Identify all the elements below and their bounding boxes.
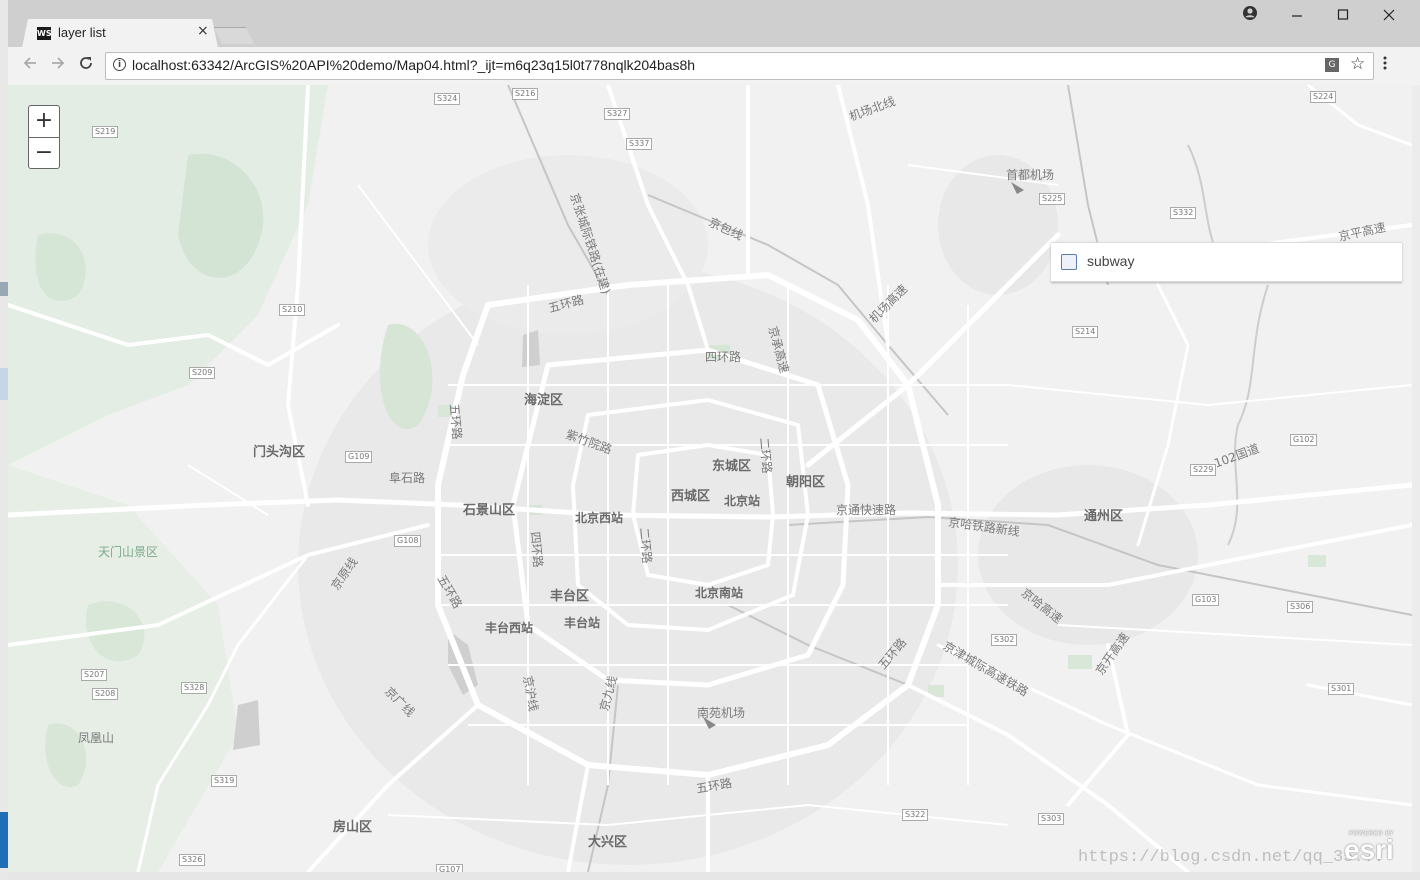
road-shield: G109 [345, 451, 373, 463]
browser-toolbar: i localhost:63342/ArcGIS%20API%20demo/Ma… [8, 47, 1420, 86]
subway-layer-label[interactable]: subway [1087, 253, 1134, 269]
map-view[interactable]: 海淀区 东城区 西城区 朝阳区 丰台区 石景山区 门头沟区 通州区 房山区 大兴… [8, 85, 1412, 872]
district-label: 门头沟区 [253, 445, 306, 460]
road-shield: G103 [1192, 594, 1220, 606]
district-label: 大兴区 [588, 835, 628, 850]
district-label: 石景山区 [463, 503, 516, 518]
district-label: 东城区 [712, 459, 752, 474]
webstorm-icon: WS [37, 27, 52, 40]
browser-title-bar: WS layer list × [8, 0, 1420, 48]
profile-icon[interactable] [1235, 5, 1265, 25]
airport-label: 南苑机场 [697, 706, 746, 720]
layer-list-widget: subway [1051, 242, 1402, 282]
road-shield: S229 [1190, 464, 1217, 476]
forward-icon[interactable] [50, 55, 66, 76]
zoom-out-button[interactable]: − [29, 138, 59, 169]
station-label: 丰台西站 [485, 621, 534, 635]
road-shield: S302 [991, 634, 1018, 646]
road-shield: S210 [279, 304, 306, 316]
road-shield: S219 [92, 126, 119, 138]
road-shield: S324 [434, 93, 461, 105]
new-tab-button[interactable] [214, 27, 254, 44]
road-shield: S225 [1039, 193, 1066, 205]
road-shield: S337 [626, 138, 653, 150]
minimize-icon[interactable] [1282, 6, 1312, 25]
desktop-left-edge [0, 0, 8, 880]
station-label: 北京站 [724, 494, 761, 508]
airport-label: 首都机场 [1006, 168, 1055, 182]
road-shield: S216 [512, 88, 539, 100]
road-shield: G107 [436, 864, 464, 872]
road-shield: S224 [1310, 91, 1337, 103]
translate-icon[interactable]: G [1325, 58, 1339, 72]
station-label: 北京南站 [695, 586, 744, 600]
road-shield: G102 [1290, 434, 1318, 446]
window-right-edge [1412, 85, 1420, 872]
road-shield: S328 [181, 682, 208, 694]
close-tab-icon[interactable]: × [197, 23, 209, 39]
station-label: 北京西站 [575, 511, 624, 525]
road-shield: S322 [902, 809, 929, 821]
road-shield: S327 [604, 108, 631, 120]
esri-logo[interactable]: POWERED BY esri [1344, 830, 1394, 864]
place-label: 凤凰山 [78, 731, 115, 745]
info-icon[interactable]: i [113, 58, 126, 71]
close-window-icon[interactable] [1374, 6, 1404, 25]
district-label: 朝阳区 [786, 475, 826, 490]
address-bar[interactable]: i localhost:63342/ArcGIS%20API%20demo/Ma… [105, 52, 1374, 80]
district-label: 海淀区 [524, 393, 564, 408]
road-shield: S332 [1170, 207, 1197, 219]
road-shield: S303 [1038, 813, 1065, 825]
road-shield: S306 [1287, 601, 1314, 613]
basemap-graphics [8, 85, 1412, 872]
road-shield: S326 [179, 854, 206, 866]
road-shield: S207 [81, 669, 108, 681]
road-label: 二环路 [756, 436, 775, 475]
road-shield: G108 [394, 535, 422, 547]
road-label: 四环路 [705, 350, 742, 364]
station-label: 丰台站 [564, 616, 601, 630]
bookmark-star-icon[interactable]: ☆ [1350, 54, 1365, 74]
road-label: 四环路 [527, 530, 546, 569]
district-label: 通州区 [1084, 509, 1124, 524]
district-label: 房山区 [333, 820, 373, 835]
road-shield: S208 [92, 688, 119, 700]
subway-layer-checkbox[interactable] [1061, 254, 1077, 270]
road-label: 二环路 [636, 526, 655, 565]
url-text[interactable]: localhost:63342/ArcGIS%20API%20demo/Map0… [132, 57, 695, 73]
road-shield: S301 [1328, 683, 1355, 695]
road-label: 五环路 [446, 402, 465, 441]
window-bottom-edge [8, 872, 1420, 880]
road-shield: S209 [189, 367, 216, 379]
zoom-control: + − [28, 105, 60, 169]
reload-icon[interactable] [78, 55, 94, 76]
maximize-icon[interactable] [1328, 6, 1358, 25]
browser-menu-icon[interactable] [1383, 56, 1387, 73]
browser-tab[interactable]: WS layer list × [22, 19, 218, 48]
road-label: 京通快速路 [836, 503, 897, 517]
watermark: https://blog.csdn.net/qq_35... [1078, 848, 1385, 867]
road-shield: S319 [211, 775, 238, 787]
road-label: 阜石路 [389, 471, 426, 485]
tab-title: layer list [58, 25, 106, 40]
scenic-area-label: 天门山景区 [98, 545, 159, 559]
district-label: 西城区 [671, 489, 711, 504]
zoom-in-button[interactable]: + [29, 106, 59, 138]
back-icon[interactable] [22, 55, 38, 76]
road-shield: S214 [1072, 326, 1099, 338]
district-label: 丰台区 [550, 589, 590, 604]
